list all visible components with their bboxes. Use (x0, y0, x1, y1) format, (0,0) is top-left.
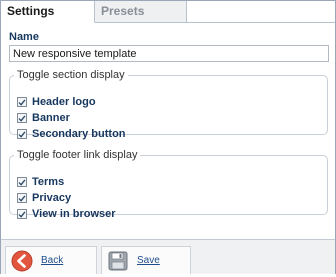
header-logo-label: Header logo (32, 96, 96, 108)
footer-links-group: Toggle footer link display Terms Privacy… (9, 149, 328, 220)
header-logo-checkbox[interactable] (17, 97, 27, 107)
view-in-browser-label: View in browser (32, 208, 116, 220)
back-button[interactable]: Back (5, 246, 97, 274)
secondary-button-checkbox[interactable] (17, 129, 27, 139)
footer-toolbar: Back Save (1, 239, 335, 274)
back-arrow-icon (11, 250, 33, 272)
option-banner[interactable]: Banner (17, 111, 70, 125)
terms-checkbox[interactable] (17, 177, 27, 187)
save-button[interactable]: Save (101, 246, 191, 274)
terms-label: Terms (32, 176, 65, 188)
template-settings-panel: Settings Presets Name Toggle section dis… (0, 0, 336, 274)
tab-settings[interactable]: Settings (1, 1, 95, 23)
view-in-browser-checkbox[interactable] (17, 209, 27, 219)
banner-label: Banner (32, 112, 70, 124)
tab-presets[interactable]: Presets (95, 1, 187, 22)
secondary-button-label: Secondary button (32, 128, 126, 140)
section-display-group: Toggle section display Header logo Banne… (9, 69, 328, 140)
name-label: Name (9, 31, 39, 43)
option-header-logo[interactable]: Header logo (17, 95, 96, 109)
floppy-disk-icon (107, 250, 129, 272)
save-label: Save (137, 255, 160, 266)
section-display-legend: Toggle section display (17, 69, 125, 81)
option-privacy[interactable]: Privacy (17, 191, 71, 205)
back-label: Back (41, 255, 64, 266)
footer-links-legend: Toggle footer link display (17, 149, 138, 161)
name-section: Name (9, 31, 329, 62)
option-secondary-button[interactable]: Secondary button (17, 127, 126, 141)
name-input[interactable] (9, 45, 329, 62)
option-view-in-browser[interactable]: View in browser (17, 207, 116, 221)
privacy-label: Privacy (32, 192, 72, 204)
privacy-checkbox[interactable] (17, 193, 27, 203)
option-terms[interactable]: Terms (17, 175, 64, 189)
tab-bar: Settings Presets (1, 1, 335, 23)
banner-checkbox[interactable] (17, 113, 27, 123)
